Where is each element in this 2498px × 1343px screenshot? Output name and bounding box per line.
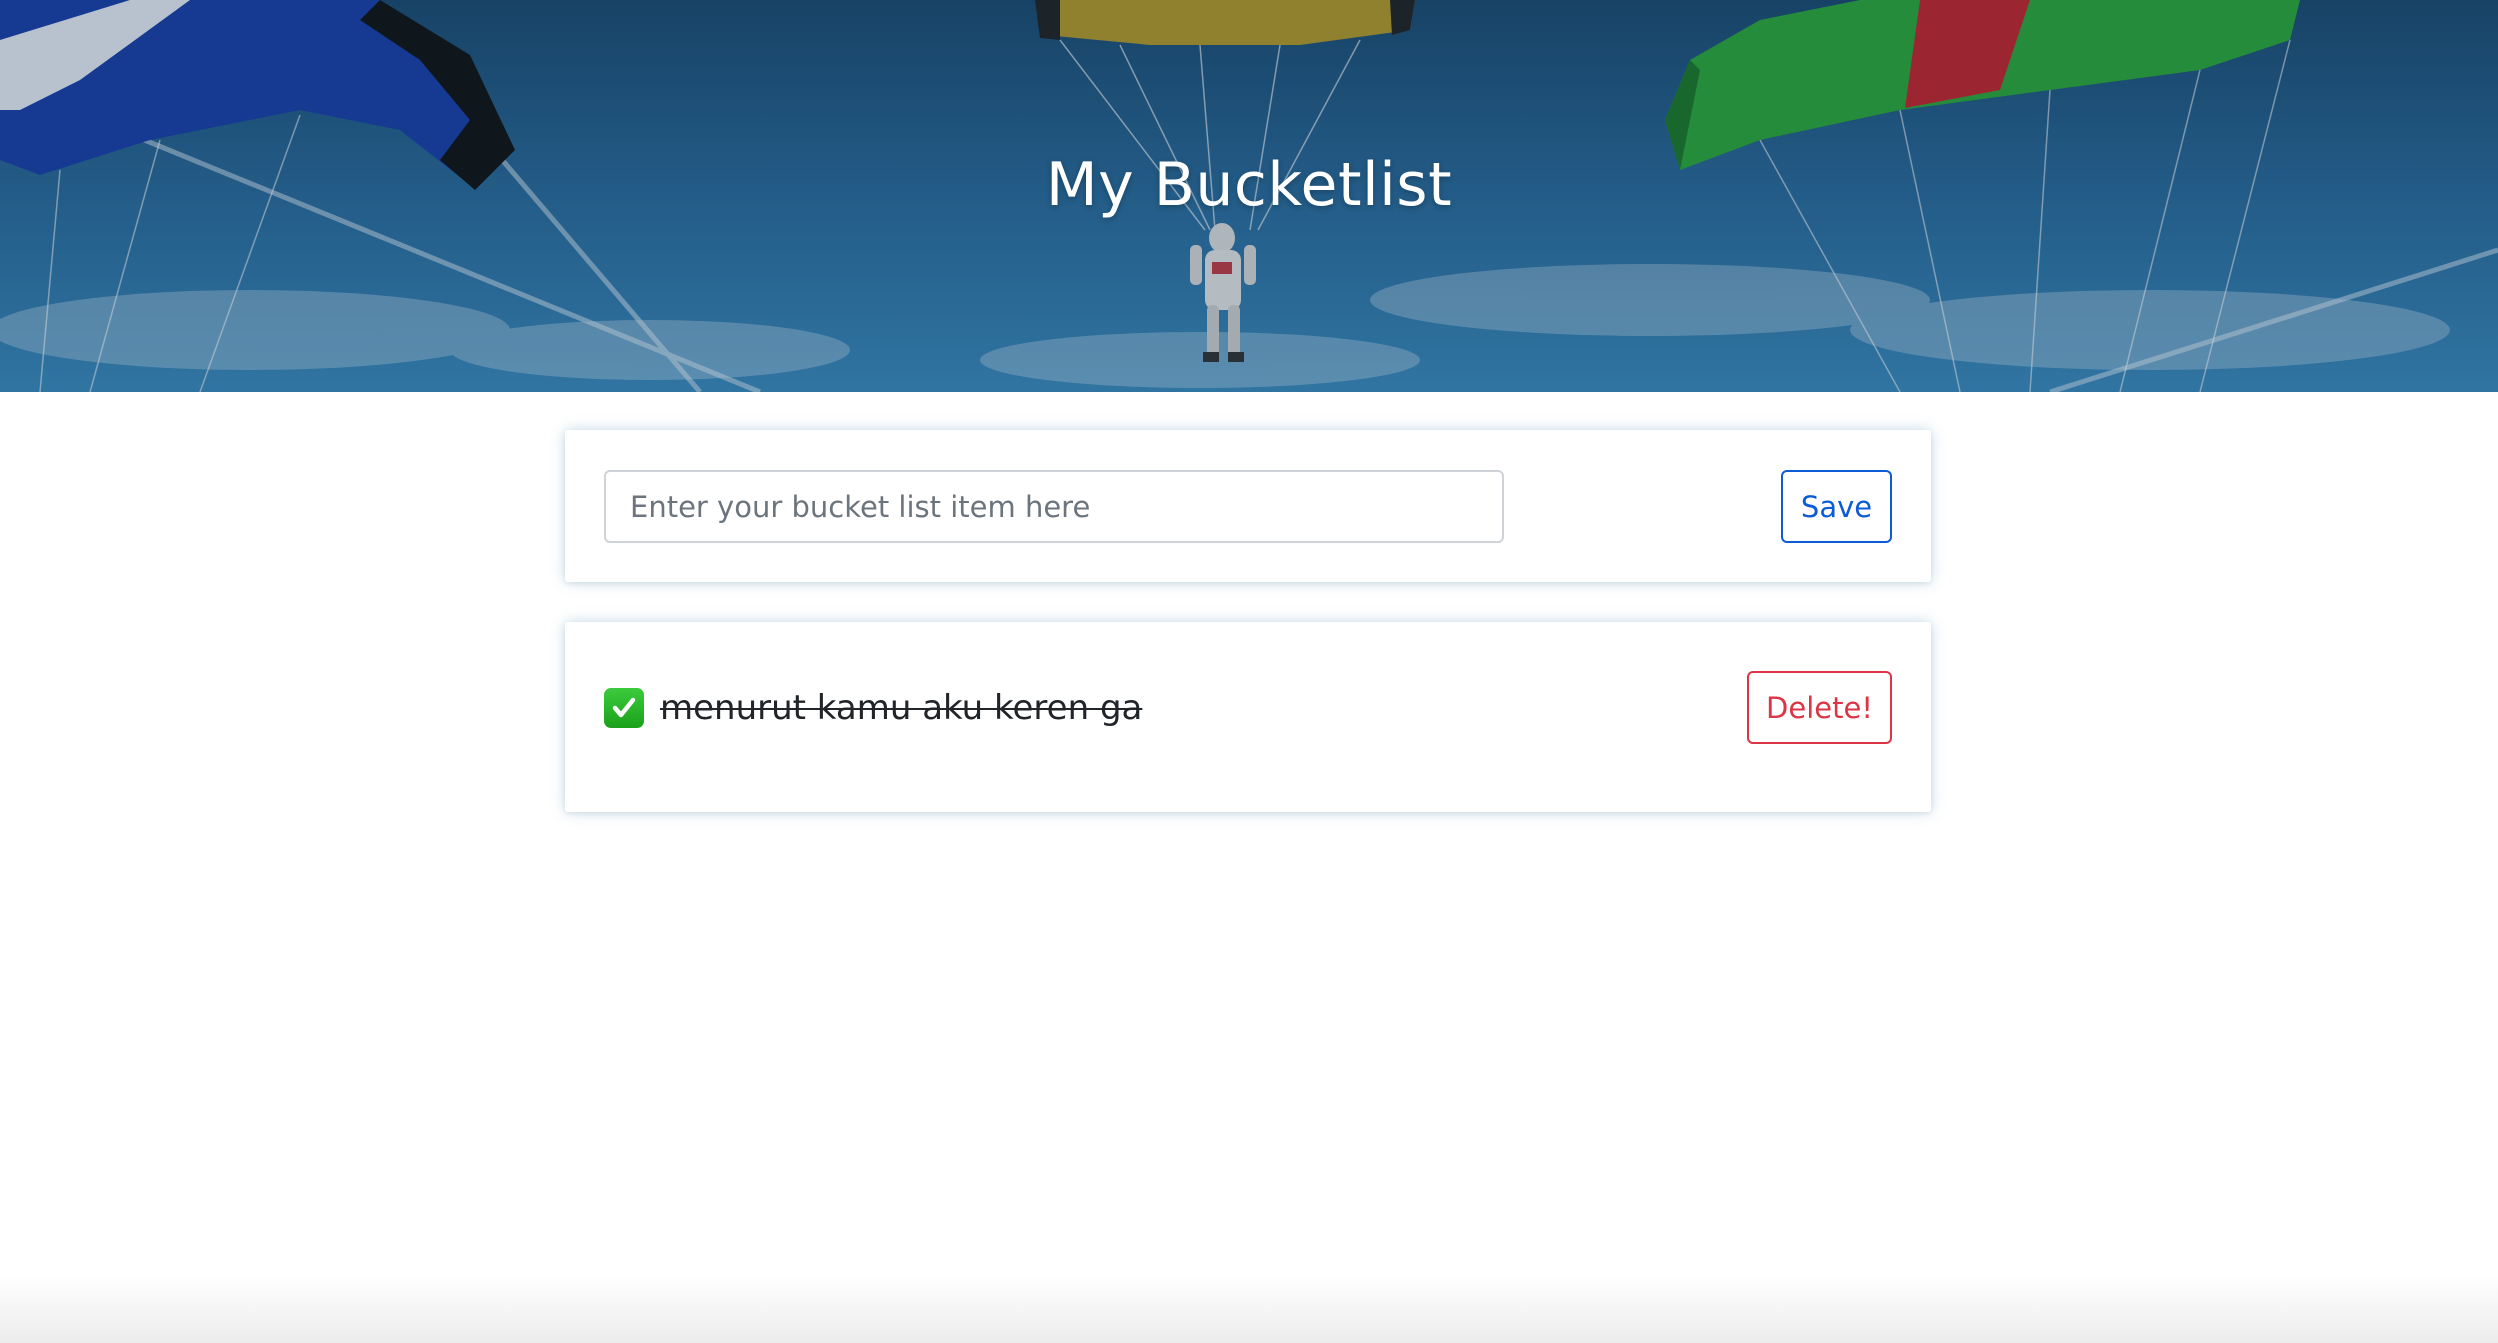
check-mark-icon bbox=[604, 688, 644, 728]
delete-button[interactable]: Delete! bbox=[1747, 671, 1892, 744]
save-button[interactable]: Save bbox=[1781, 470, 1892, 543]
add-item-card: Save bbox=[565, 430, 1931, 582]
list-item: menurut kamu aku keren ga Delete! bbox=[565, 622, 1931, 812]
list-item-text: menurut kamu aku keren ga bbox=[660, 688, 1143, 728]
hero-banner: My Bucketlist bbox=[0, 0, 2498, 392]
list-item-content[interactable]: menurut kamu aku keren ga bbox=[604, 686, 1142, 730]
page-title: My Bucketlist bbox=[1045, 150, 1453, 220]
bottom-fade bbox=[0, 1275, 2498, 1343]
bucket-item-input[interactable] bbox=[604, 470, 1504, 543]
